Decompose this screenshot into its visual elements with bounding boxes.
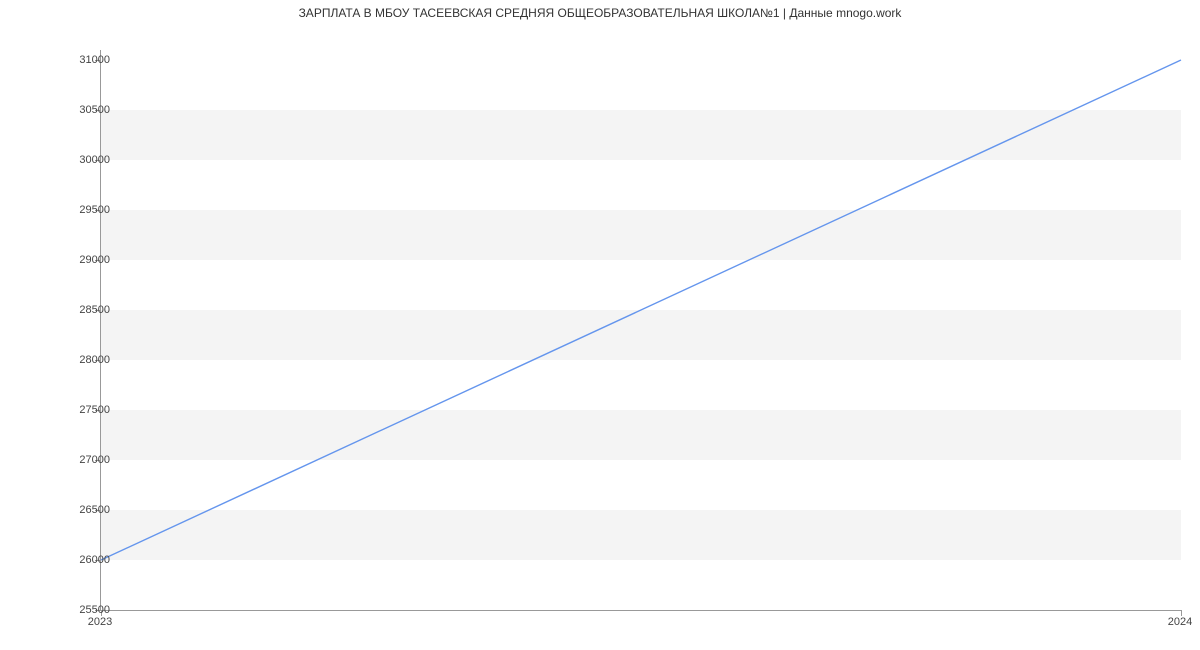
data-line — [101, 60, 1181, 560]
chart-title: ЗАРПЛАТА В МБОУ ТАСЕЕВСКАЯ СРЕДНЯЯ ОБЩЕО… — [0, 6, 1200, 20]
y-tick-label: 29000 — [50, 254, 110, 266]
x-tick-label: 2023 — [88, 616, 112, 628]
y-tick-label: 31000 — [50, 54, 110, 66]
y-tick-label: 25500 — [50, 604, 110, 616]
y-tick-label: 26500 — [50, 504, 110, 516]
plot-area — [100, 50, 1181, 611]
chart-container: ЗАРПЛАТА В МБОУ ТАСЕЕВСКАЯ СРЕДНЯЯ ОБЩЕО… — [0, 0, 1200, 650]
y-tick-label: 29500 — [50, 204, 110, 216]
y-tick-label: 28500 — [50, 304, 110, 316]
x-tick-label: 2024 — [1168, 616, 1192, 628]
line-layer — [101, 50, 1181, 610]
y-tick-label: 30000 — [50, 154, 110, 166]
y-tick-label: 30500 — [50, 104, 110, 116]
y-tick-label: 27000 — [50, 454, 110, 466]
y-tick-label: 27500 — [50, 404, 110, 416]
y-tick-label: 26000 — [50, 554, 110, 566]
y-tick-label: 28000 — [50, 354, 110, 366]
